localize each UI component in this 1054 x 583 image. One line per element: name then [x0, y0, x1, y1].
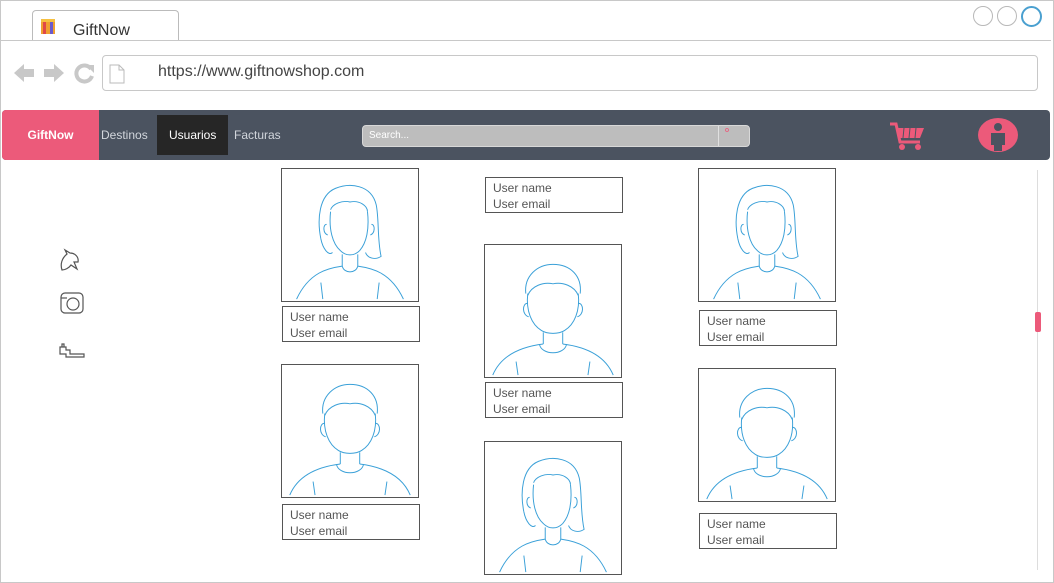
- male-avatar-icon: [706, 387, 828, 500]
- app-navbar: GiftNow Destinos Usuarios Facturas Searc…: [2, 110, 1050, 160]
- user-name: User name: [493, 386, 552, 400]
- back-arrow-icon[interactable]: [12, 62, 36, 89]
- close-button[interactable]: [1021, 6, 1042, 27]
- user-email: User email: [707, 330, 765, 344]
- nav-destinos[interactable]: Destinos: [99, 115, 150, 155]
- nav-facturas[interactable]: Facturas: [232, 115, 283, 155]
- user-photo[interactable]: [281, 168, 419, 302]
- user-name: User name: [290, 310, 349, 324]
- male-avatar-icon: [289, 383, 411, 496]
- user-card-info[interactable]: User name User email: [282, 306, 420, 342]
- url-text: https://www.giftnowshop.com: [158, 63, 365, 80]
- user-card-info[interactable]: User name User email: [282, 504, 420, 540]
- address-bar[interactable]: https://www.giftnowshop.com: [102, 55, 1038, 91]
- search-icon[interactable]: [718, 126, 749, 146]
- brand-logo[interactable]: GiftNow: [2, 110, 99, 160]
- gift-favicon-icon: [40, 17, 56, 40]
- user-card-info[interactable]: User name User email: [699, 513, 837, 549]
- user-name: User name: [290, 508, 349, 522]
- search-input[interactable]: Search...: [362, 125, 750, 147]
- chrome-divider: [1, 40, 1051, 41]
- minimize-button[interactable]: [973, 6, 993, 26]
- user-card-info[interactable]: User name User email: [485, 382, 623, 418]
- user-name: User name: [707, 314, 766, 328]
- camera-icon[interactable]: [58, 290, 86, 321]
- user-email: User email: [493, 197, 551, 211]
- scrollbar-track[interactable]: [1037, 170, 1038, 570]
- user-photo[interactable]: [698, 368, 836, 502]
- search-placeholder: Search...: [369, 130, 410, 141]
- user-name: User name: [493, 181, 552, 195]
- user-photo[interactable]: [484, 244, 622, 378]
- shopping-cart-icon[interactable]: [888, 118, 928, 157]
- male-avatar-icon: [492, 263, 614, 376]
- user-photo[interactable]: [281, 364, 419, 498]
- female-avatar-icon: [499, 458, 607, 573]
- maximize-button[interactable]: [997, 6, 1017, 26]
- user-email: User email: [290, 524, 348, 538]
- reload-icon[interactable]: [72, 62, 96, 89]
- user-card-info[interactable]: User name User email: [699, 310, 837, 346]
- scrollbar-thumb[interactable]: [1035, 312, 1041, 332]
- unicorn-icon[interactable]: [58, 248, 82, 277]
- user-name: User name: [707, 517, 766, 531]
- page-icon: [109, 64, 125, 89]
- user-profile-icon[interactable]: [978, 118, 1018, 152]
- female-avatar-icon: [713, 185, 821, 300]
- forward-arrow-icon[interactable]: [42, 62, 66, 89]
- user-email: User email: [493, 402, 551, 416]
- female-avatar-icon: [296, 185, 404, 300]
- user-email: User email: [707, 533, 765, 547]
- user-photo[interactable]: [698, 168, 836, 302]
- key-icon[interactable]: [58, 342, 86, 367]
- user-photo[interactable]: [484, 441, 622, 575]
- user-email: User email: [290, 326, 348, 340]
- tab-title: GiftNow: [73, 22, 130, 39]
- user-card-info[interactable]: User name User email: [485, 177, 623, 213]
- browser-tab[interactable]: GiftNow: [32, 10, 179, 41]
- nav-usuarios[interactable]: Usuarios: [157, 115, 229, 155]
